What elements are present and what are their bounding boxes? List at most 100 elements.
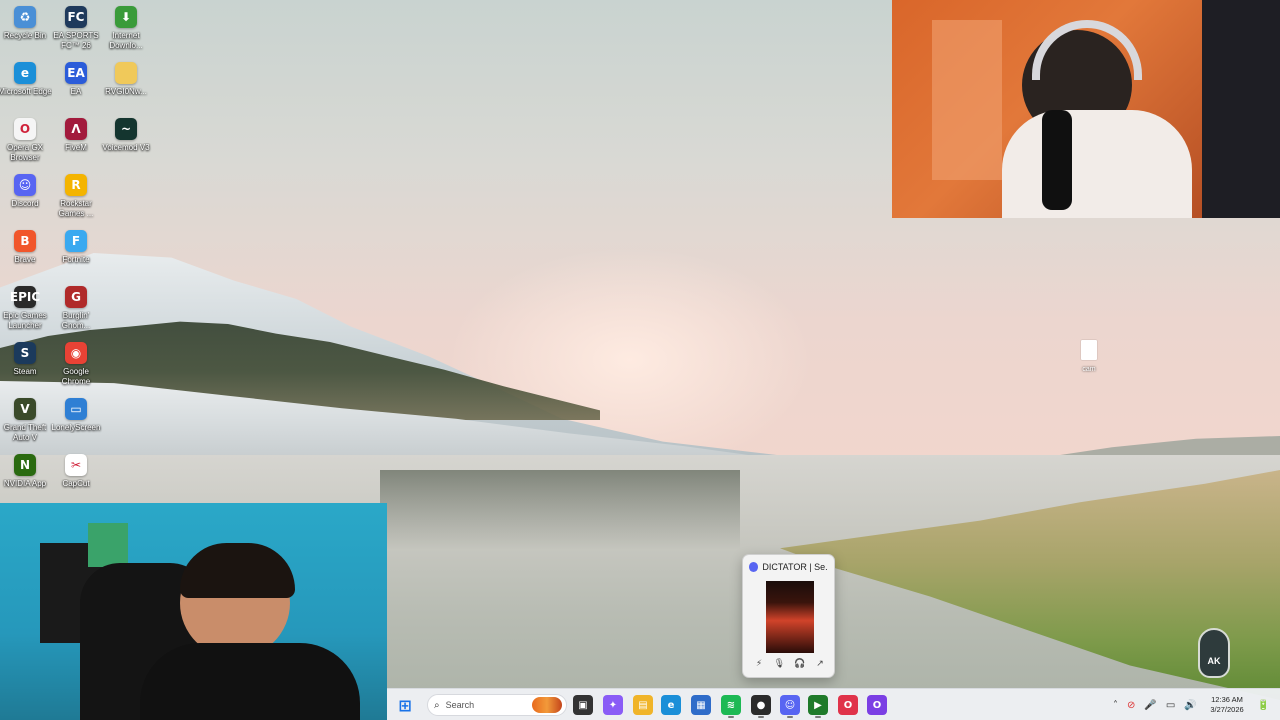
file-explorer-icon[interactable]: ▤ <box>633 695 653 715</box>
tray-app-icon[interactable]: ⊘ <box>1127 700 1135 711</box>
desktop-icon-label: Discord <box>11 199 39 208</box>
desktop-icon-nvidia[interactable]: N NVIDIA App <box>0 454 50 508</box>
desktop-icon-edge[interactable]: e Microsoft Edge <box>0 62 52 116</box>
desktop-icon-label: Google Chrome <box>61 367 91 386</box>
show-hidden-icons-icon[interactable]: ˄ <box>1113 700 1118 711</box>
desktop-icon-label: Microsoft Edge <box>0 87 52 96</box>
desktop-icon-label: LonelyScreen <box>51 423 101 432</box>
voicemod-icon: ~ <box>115 118 137 140</box>
discord-taskbar-icon[interactable]: ☺ <box>780 695 800 715</box>
windows-start-icon[interactable]: ⊞ <box>395 695 415 715</box>
desktop-icon-voicemod[interactable]: ~ Voicemod V3 <box>101 118 151 172</box>
clock-date: 3/27/2026 <box>1210 705 1244 714</box>
opera-gx-taskbar-icon[interactable]: O <box>867 695 887 715</box>
edge-taskbar-icon[interactable]: e <box>661 695 681 715</box>
preview-header: DICTATOR | Se... <box>743 555 834 579</box>
gta-v-icon: V <box>14 398 36 420</box>
file-icon <box>1081 340 1097 360</box>
copilot-icon[interactable]: ✦ <box>603 695 623 715</box>
desktop-icon-label: FiveM <box>65 143 87 152</box>
network-icon[interactable]: ▭ <box>1166 700 1175 711</box>
search-icon: ⌕ <box>434 699 440 711</box>
task-view-icon[interactable]: ▣ <box>573 695 593 715</box>
desktop-icon-chrome[interactable]: ◉ Google Chrome <box>51 342 101 396</box>
folder-icon <box>115 62 137 84</box>
desktop-icon-label: Burglin' Gnom... <box>61 311 91 330</box>
stream-toggle-icon[interactable]: ⚡ <box>753 658 765 670</box>
burglin-gnomes-icon: G <box>65 286 87 308</box>
desktop-icon-gta-v[interactable]: V Grand Theft Auto V <box>0 398 50 452</box>
rockstar-icon: R <box>65 174 87 196</box>
desktop-icon-burglin-gnomes[interactable]: G Burglin' Gnom... <box>51 286 101 340</box>
discord-icon: ☺ <box>14 174 36 196</box>
desktop-icon-label: Brave <box>14 255 36 264</box>
capcut-icon: ✂ <box>65 454 87 476</box>
desktop-icon-epic-games[interactable]: EPIC Epic Games Launcher <box>0 286 50 340</box>
desktop-icon-ea-fc[interactable]: FC EA SPORTS FC™ 26 <box>51 6 101 60</box>
battery-icon[interactable]: 🔋 <box>1257 700 1269 711</box>
running-indicator <box>728 716 734 718</box>
desktop-icon-label: Recycle Bin <box>3 31 47 40</box>
desktop-icon-opera-gx[interactable]: O Opera GX Browser <box>0 118 50 172</box>
desktop-icon-rockstar[interactable]: R Rockstar Games ... <box>51 174 101 228</box>
desktop-icon-label: EA <box>70 87 82 96</box>
desktop-icon-label: Voicemod V3 <box>102 143 150 152</box>
taskbar-window-preview[interactable]: DICTATOR | Se... ⚡ 🎙 🎧 ↗ <box>742 554 835 678</box>
desktop-icon-recycle-bin[interactable]: ♻ Recycle Bin <box>0 6 50 60</box>
clock-time: 12:36 AM <box>1211 695 1243 704</box>
desktop-icon-folder[interactable]: RVGI0Nw... <box>101 62 151 116</box>
microphone-tray-icon[interactable]: 🎤 <box>1144 700 1156 711</box>
desktop-icon-label: Fortnite <box>62 255 90 264</box>
desktop-icon-label: NVIDIA App <box>3 479 47 488</box>
ea-fc-icon: FC <box>65 6 87 28</box>
running-indicator <box>787 716 793 718</box>
preview-controls: ⚡ 🎙 🎧 ↗ <box>753 657 826 671</box>
desktop-icon-lonelyscreen[interactable]: ▭ LonelyScreen <box>51 398 101 452</box>
search-highlight-icon <box>532 697 562 713</box>
desktop-icon-ea-app[interactable]: EA EA <box>51 62 101 116</box>
desktop-icon-brave[interactable]: B Brave <box>0 230 50 284</box>
clock[interactable]: 12:36 AM 3/27/2026 <box>1205 695 1249 715</box>
epic-games-icon: EPIC <box>10 286 40 308</box>
terminal-icon[interactable]: ▶ <box>808 695 828 715</box>
preview-thumbnail[interactable] <box>766 581 814 653</box>
microphone-icon[interactable]: 🎙 <box>773 658 785 670</box>
disconnect-icon[interactable]: ↗ <box>814 658 826 670</box>
desktop-icon-label: Steam <box>13 367 37 376</box>
obs-icon[interactable]: ● <box>751 695 771 715</box>
internet-download-icon: ⬇ <box>115 6 137 28</box>
nvidia-icon: N <box>14 454 36 476</box>
watermark-text: AK <box>1207 656 1221 666</box>
desktop-icon-label: RVGI0Nw... <box>105 87 147 96</box>
taskbar: ⊞ ⌕ Search ▣ ✦ ▤ e ▦ ≋ ● ☺ ▶ O O ˄ ⊘ 🎤 ▭ 🔊 12:36 A… <box>387 688 1280 720</box>
desktop-icon-steam[interactable]: S Steam <box>0 342 50 396</box>
desktop-icon-capcut[interactable]: ✂ CapCut <box>51 454 101 508</box>
ak-watermark-logo: AK <box>1198 628 1230 678</box>
edge-icon: e <box>14 62 36 84</box>
spotify-icon[interactable]: ≋ <box>721 695 741 715</box>
discord-icon <box>749 562 759 572</box>
headphones-icon[interactable]: 🎧 <box>794 658 806 670</box>
notification-area: 🔋 <box>1257 689 1269 720</box>
desktop-icon-label: Epic Games Launcher <box>3 311 47 330</box>
webcam-overlay-bottom <box>0 503 387 720</box>
desktop-icon-discord[interactable]: ☺ Discord <box>0 174 50 228</box>
opera-taskbar-icon[interactable]: O <box>838 695 858 715</box>
webcam-overlay-top <box>892 0 1280 218</box>
volume-icon[interactable]: 🔊 <box>1184 700 1196 711</box>
desktop-icon-label: Internet Downlo... <box>109 31 143 50</box>
fortnite-icon: F <box>65 230 87 252</box>
desktop-icon-label: Grand Theft Auto V <box>3 423 47 442</box>
desktop-icon-fortnite[interactable]: F Fortnite <box>51 230 101 284</box>
lonelyscreen-icon: ▭ <box>65 398 87 420</box>
desktop-icon-fivem[interactable]: Λ FiveM <box>51 118 101 172</box>
steam-icon: S <box>14 342 36 364</box>
system-tray: ˄ ⊘ 🎤 ▭ 🔊 <box>1113 689 1197 720</box>
search-box[interactable]: ⌕ Search <box>427 694 567 716</box>
search-placeholder: Search <box>445 700 475 710</box>
store-icon[interactable]: ▦ <box>691 695 711 715</box>
desktop-icon-internet-download[interactable]: ⬇ Internet Downlo... <box>101 6 151 60</box>
ea-app-icon: EA <box>65 62 87 84</box>
desktop-file-cam[interactable]: cam <box>1076 340 1102 380</box>
recycle-bin-icon: ♻ <box>14 6 36 28</box>
